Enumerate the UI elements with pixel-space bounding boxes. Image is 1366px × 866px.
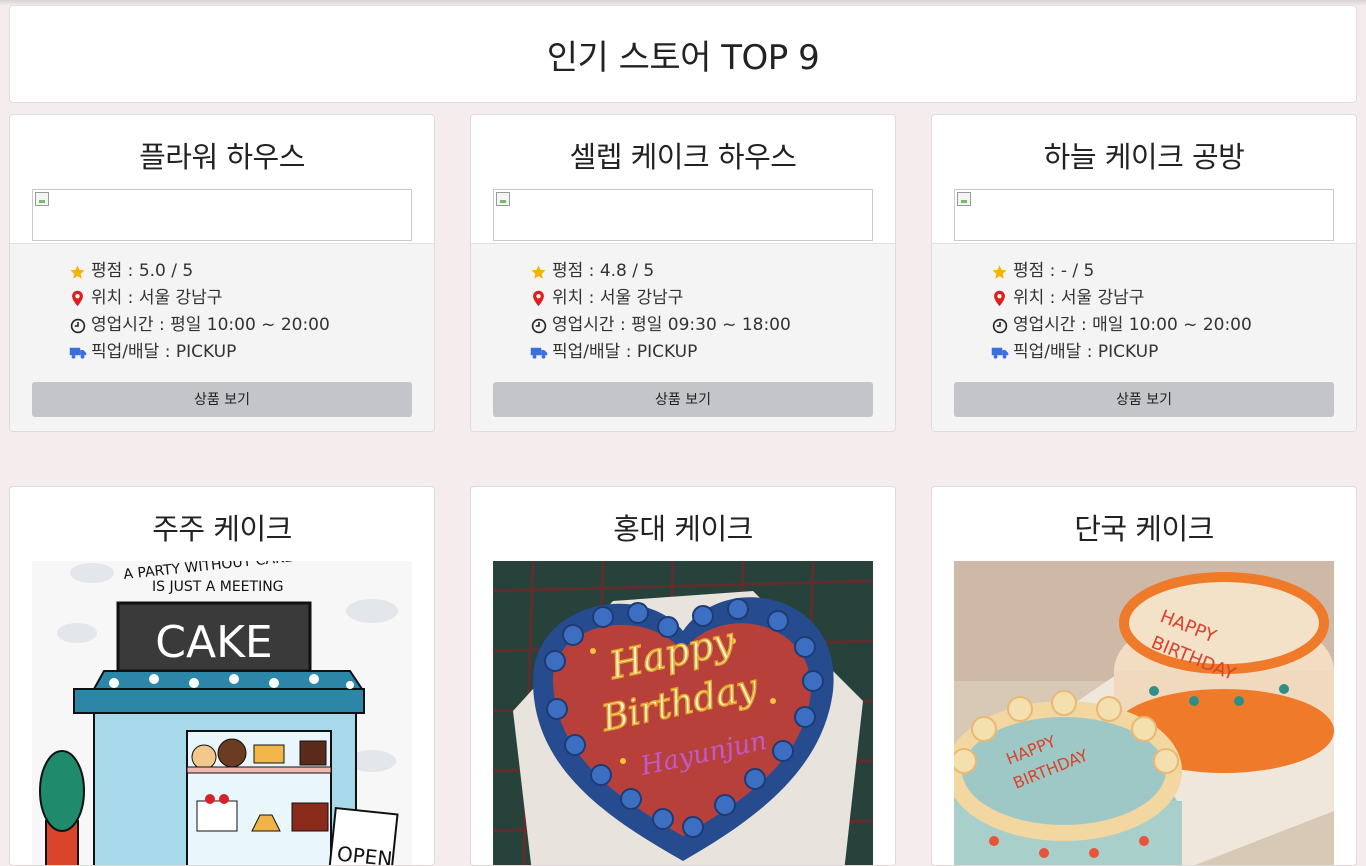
truck-icon <box>990 344 1009 361</box>
truck-icon <box>68 344 87 361</box>
pickup-text: 픽업/배달 : PICKUP <box>91 342 237 362</box>
location-row: 위치 : 서울 강남구 <box>990 285 1356 312</box>
rating-text: 평점 : - / 5 <box>1013 261 1095 281</box>
location-text: 위치 : 서울 강남구 <box>91 288 223 308</box>
hours-row: 영업시간 : 평일 10:00 ~ 20:00 <box>68 312 434 339</box>
location-row: 위치 : 서울 강남구 <box>68 285 434 312</box>
store-image-broken <box>493 189 873 241</box>
broken-image-icon <box>35 192 49 206</box>
store-image[interactable]: Happy Birthday Hayunjun <box>493 561 873 865</box>
star-icon <box>68 263 87 280</box>
pickup-text: 픽업/배달 : PICKUP <box>1013 342 1159 362</box>
page-title: 인기 스토어 TOP 9 <box>546 37 820 78</box>
pickup-row: 픽업/배달 : PICKUP <box>68 339 434 366</box>
rating-text: 평점 : 4.8 / 5 <box>552 261 655 281</box>
retro-cakes-photo: HAPPY BIRTHDAY HAPPY BIRTHDAY <box>954 561 1334 865</box>
truck-icon <box>529 344 548 361</box>
shop-sign-text: CAKE <box>155 617 272 668</box>
view-products-button[interactable]: 상품 보기 <box>493 382 873 417</box>
store-name: 단국 케이크 <box>1074 512 1214 546</box>
map-pin-icon <box>529 290 548 307</box>
store-name: 셀렙 케이크 하우스 <box>569 140 797 174</box>
clock-icon <box>529 317 548 334</box>
store-card-6: 단국 케이크 HAPPY BIRTHDAY HAPPY BIRTHDAY <box>931 486 1357 866</box>
store-image[interactable]: A PARTY WITHOUT CAKE IS JUST A MEETING C… <box>32 561 412 865</box>
star-icon <box>529 263 548 280</box>
pickup-text: 픽업/배달 : PICKUP <box>552 342 698 362</box>
hours-row: 영업시간 : 매일 10:00 ~ 20:00 <box>990 312 1356 339</box>
map-pin-icon <box>990 290 1009 307</box>
hours-text: 영업시간 : 평일 10:00 ~ 20:00 <box>91 315 330 335</box>
broken-image-icon <box>957 192 971 206</box>
view-products-button[interactable]: 상품 보기 <box>32 382 412 417</box>
store-name: 하늘 케이크 공방 <box>1043 140 1245 174</box>
store-name: 주주 케이크 <box>152 512 292 546</box>
cake-shop-illustration: A PARTY WITHOUT CAKE IS JUST A MEETING C… <box>32 561 412 865</box>
rating-row: 평점 : - / 5 <box>990 258 1356 285</box>
hours-text: 영업시간 : 매일 10:00 ~ 20:00 <box>1013 315 1252 335</box>
clock-icon <box>68 317 87 334</box>
star-icon <box>990 263 1009 280</box>
heart-cake-photo: Happy Birthday Hayunjun <box>493 561 873 865</box>
map-pin-icon <box>68 290 87 307</box>
store-name: 플라워 하우스 <box>139 140 305 174</box>
store-card-1: 플라워 하우스 평점 : 5.0 / 5 위치 : 서울 강남구 영업시간 : … <box>9 114 435 432</box>
hours-row: 영업시간 : 평일 09:30 ~ 18:00 <box>529 312 895 339</box>
page-header: 인기 스토어 TOP 9 <box>9 5 1357 103</box>
clock-icon <box>990 317 1009 334</box>
hours-text: 영업시간 : 평일 09:30 ~ 18:00 <box>552 315 791 335</box>
rating-row: 평점 : 5.0 / 5 <box>68 258 434 285</box>
store-image[interactable]: HAPPY BIRTHDAY HAPPY BIRTHDAY <box>954 561 1334 865</box>
location-text: 위치 : 서울 강남구 <box>552 288 684 308</box>
store-card-5: 홍대 케이크 Happy Birthday Hayunjun <box>470 486 896 866</box>
location-text: 위치 : 서울 강남구 <box>1013 288 1145 308</box>
view-products-button[interactable]: 상품 보기 <box>954 382 1334 417</box>
store-card-2: 셀렙 케이크 하우스 평점 : 4.8 / 5 위치 : 서울 강남구 영업시간… <box>470 114 896 432</box>
broken-image-icon <box>496 192 510 206</box>
rating-text: 평점 : 5.0 / 5 <box>91 261 194 281</box>
pickup-row: 픽업/배달 : PICKUP <box>990 339 1356 366</box>
store-image-broken <box>954 189 1334 241</box>
store-card-3: 하늘 케이크 공방 평점 : - / 5 위치 : 서울 강남구 영업시간 : … <box>931 114 1357 432</box>
store-image-broken <box>32 189 412 241</box>
store-name: 홍대 케이크 <box>613 512 753 546</box>
store-card-4: 주주 케이크 A PARTY WITHOUT CAKE IS JUST A ME… <box>9 486 435 866</box>
location-row: 위치 : 서울 강남구 <box>529 285 895 312</box>
rating-row: 평점 : 4.8 / 5 <box>529 258 895 285</box>
pickup-row: 픽업/배달 : PICKUP <box>529 339 895 366</box>
slogan-line-2: IS JUST A MEETING <box>152 579 284 595</box>
